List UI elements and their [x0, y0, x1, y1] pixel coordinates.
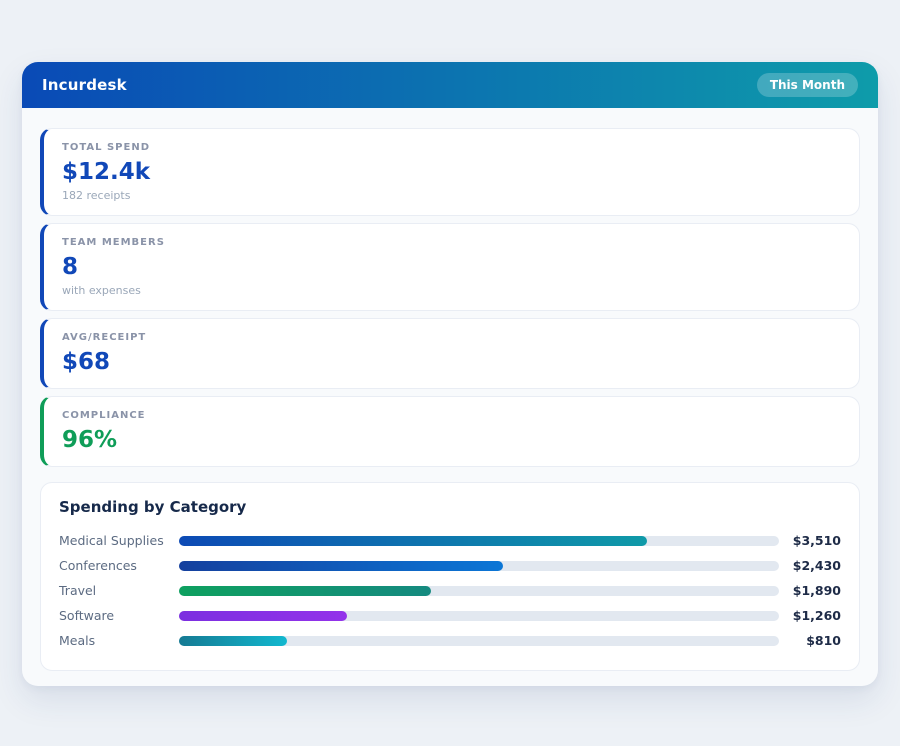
stat-card-avg-receipt: AVG/RECEIPT $68 — [40, 318, 860, 389]
stat-label: COMPLIANCE — [62, 409, 841, 422]
stat-card-total-spend: TOTAL SPEND $12.4k 182 receipts — [40, 128, 860, 216]
chart-title: Spending by Category — [59, 498, 841, 516]
category-label: Medical Supplies — [59, 533, 179, 548]
chart-row-travel: Travel $1,890 — [59, 578, 841, 603]
category-label: Conferences — [59, 558, 179, 573]
stat-label: AVG/RECEIPT — [62, 331, 841, 344]
bar-track — [179, 536, 779, 546]
category-label: Travel — [59, 583, 179, 598]
chart-row-software: Software $1,260 — [59, 603, 841, 628]
chart-row-meals: Meals $810 — [59, 628, 841, 653]
stat-value: $12.4k — [62, 159, 841, 186]
stat-value: 96% — [62, 427, 841, 454]
stat-sub: 182 receipts — [62, 189, 841, 203]
app-header: Incurdesk This Month — [22, 62, 878, 108]
bar-track — [179, 636, 779, 646]
amount-label: $1,260 — [787, 608, 841, 623]
amount-label: $2,430 — [787, 558, 841, 573]
stat-value: $68 — [62, 349, 841, 376]
stat-value: 8 — [62, 254, 841, 281]
app-window: Incurdesk This Month TOTAL SPEND $12.4k … — [22, 62, 878, 686]
bar-fill — [179, 636, 287, 646]
chart-row-conferences: Conferences $2,430 — [59, 553, 841, 578]
category-label: Meals — [59, 633, 179, 648]
chart-row-medical-supplies: Medical Supplies $3,510 — [59, 528, 841, 553]
amount-label: $3,510 — [787, 533, 841, 548]
stat-sub: with expenses — [62, 284, 841, 298]
bar-fill — [179, 586, 431, 596]
spending-chart-card: Spending by Category Medical Supplies $3… — [40, 482, 860, 671]
bar-track — [179, 586, 779, 596]
dashboard-content: TOTAL SPEND $12.4k 182 receipts TEAM MEM… — [22, 108, 878, 686]
amount-label: $810 — [787, 633, 841, 648]
amount-label: $1,890 — [787, 583, 841, 598]
bar-fill — [179, 611, 347, 621]
stat-card-team-members: TEAM MEMBERS 8 with expenses — [40, 223, 860, 311]
bar-track — [179, 561, 779, 571]
category-label: Software — [59, 608, 179, 623]
stat-label: TEAM MEMBERS — [62, 236, 841, 249]
app-title: Incurdesk — [42, 76, 127, 94]
bar-track — [179, 611, 779, 621]
stat-label: TOTAL SPEND — [62, 141, 841, 154]
bar-fill — [179, 536, 647, 546]
stat-card-compliance: COMPLIANCE 96% — [40, 396, 860, 467]
bar-fill — [179, 561, 503, 571]
period-badge[interactable]: This Month — [757, 73, 858, 97]
